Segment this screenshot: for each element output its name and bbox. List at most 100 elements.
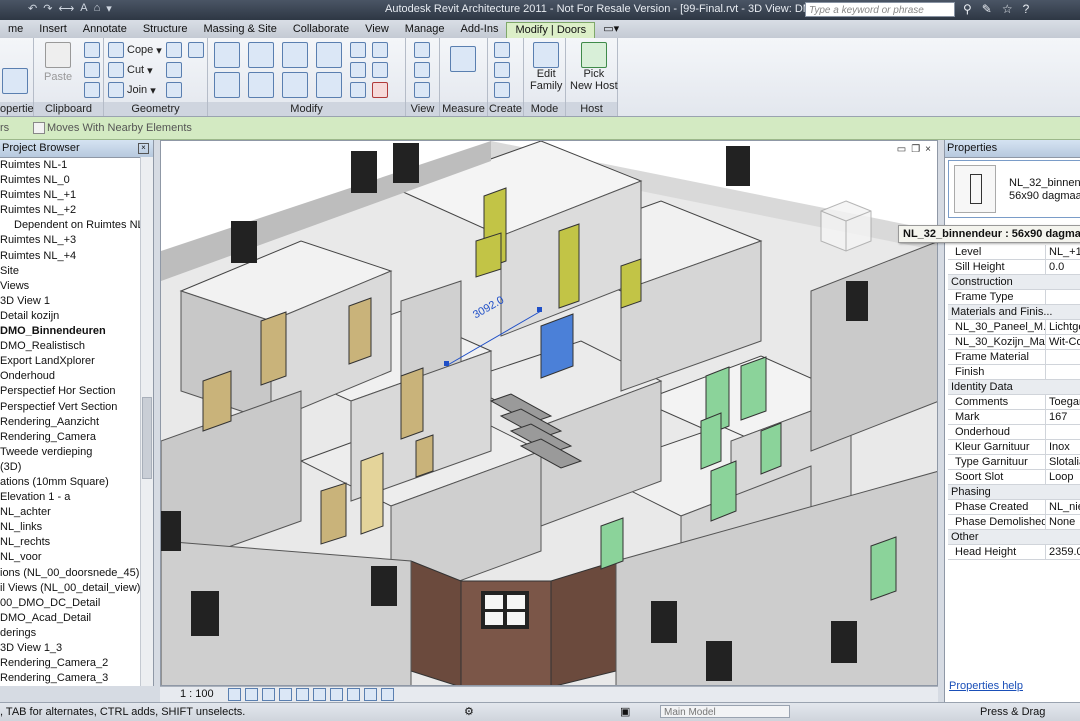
browser-item[interactable]: Tweede verdieping <box>0 445 153 460</box>
browser-scrollbar[interactable] <box>140 157 153 686</box>
browser-item[interactable]: DMO_Acad_Detail <box>0 611 153 626</box>
close-icon[interactable]: × <box>925 144 931 155</box>
demolish-button[interactable] <box>166 82 182 98</box>
close-icon[interactable]: × <box>138 143 149 154</box>
property-row[interactable]: Sill Height0.0 <box>948 260 1080 275</box>
scale-button[interactable] <box>350 82 366 98</box>
3d-model-render[interactable] <box>161 141 938 686</box>
mirror-draw-button[interactable] <box>316 42 342 68</box>
tab-insert[interactable]: Insert <box>31 22 75 37</box>
active-model-select[interactable]: Main Model <box>660 705 790 718</box>
property-value[interactable]: Toegan <box>1046 395 1080 410</box>
cut-button[interactable]: Cut▾ <box>108 62 153 78</box>
property-value[interactable]: NL_nieu <box>1046 500 1080 515</box>
browser-item[interactable]: Ruimtes NL_0 <box>0 173 153 188</box>
paint-button[interactable] <box>188 42 204 58</box>
browser-item[interactable]: derings <box>0 626 153 641</box>
property-value[interactable]: 0.0 <box>1046 260 1080 275</box>
wall-joins-button[interactable] <box>166 62 182 78</box>
property-row[interactable]: Type GarnituurSlotalia <box>948 455 1080 470</box>
browser-item[interactable]: Rendering_Camera_2 <box>0 656 153 671</box>
detail-level-icon[interactable] <box>228 688 241 701</box>
star-icon[interactable]: ☆ <box>1002 2 1013 16</box>
property-value[interactable] <box>1046 350 1080 365</box>
mirror-axis-button[interactable] <box>282 42 308 68</box>
property-group[interactable]: Other <box>948 530 1080 545</box>
measure-button[interactable] <box>450 46 476 72</box>
moves-with-nearby-checkbox[interactable] <box>33 122 45 134</box>
align-button[interactable] <box>214 42 240 68</box>
show-crop-icon[interactable] <box>330 688 343 701</box>
crop-view-icon[interactable] <box>313 688 326 701</box>
browser-item[interactable]: Rendering_Aanzicht <box>0 415 153 430</box>
search-icon[interactable]: ⚲ <box>963 2 972 16</box>
property-value[interactable]: 167 <box>1046 410 1080 425</box>
tab-manage[interactable]: Manage <box>397 22 453 37</box>
property-group[interactable]: Construction <box>948 275 1080 290</box>
tab-collaborate[interactable]: Collaborate <box>285 22 357 37</box>
browser-item[interactable]: 3D View 1 <box>0 294 153 309</box>
property-value[interactable]: None <box>1046 515 1080 530</box>
property-value[interactable]: Inox <box>1046 440 1080 455</box>
lock-view-icon[interactable] <box>347 688 360 701</box>
browser-item[interactable]: il Views (NL_00_detail_view) <box>0 581 153 596</box>
browser-item[interactable]: Site <box>0 264 153 279</box>
worksets-icon[interactable]: ⚙ <box>464 705 474 718</box>
create-assembly-button[interactable] <box>494 82 510 98</box>
split-face-button[interactable] <box>166 42 182 58</box>
property-row[interactable]: NL_30_Paneel_M...Lichtge <box>948 320 1080 335</box>
property-group[interactable]: Materials and Finis... <box>948 305 1080 320</box>
property-row[interactable]: Soort SlotLoop <box>948 470 1080 485</box>
3d-view-icon[interactable]: ⌂ <box>94 2 101 18</box>
search-input[interactable]: Type a keyword or phrase <box>805 2 955 17</box>
browser-item[interactable]: Perspectief Hor Section <box>0 384 153 399</box>
browser-item[interactable]: DMO_Realistisch <box>0 339 153 354</box>
browser-item[interactable]: Rendering_Camera_3 <box>0 671 153 686</box>
browser-item[interactable]: Rendering_Camera <box>0 430 153 445</box>
property-value[interactable] <box>1046 290 1080 305</box>
property-value[interactable]: 2359.0 <box>1046 545 1080 560</box>
cut-clipboard-button[interactable] <box>84 42 100 58</box>
tab-add-ins[interactable]: Add-Ins <box>453 22 507 37</box>
property-value[interactable] <box>1046 425 1080 440</box>
tab-view[interactable]: View <box>357 22 397 37</box>
match-button[interactable] <box>84 82 100 98</box>
property-row[interactable]: Phase DemolishedNone <box>948 515 1080 530</box>
property-row[interactable]: LevelNL_+1 <box>948 245 1080 260</box>
browser-item[interactable]: Ruimtes NL_+1 <box>0 188 153 203</box>
design-options-icon[interactable]: ▣ <box>620 705 630 718</box>
override-button[interactable] <box>414 62 430 78</box>
join-button[interactable]: Join▾ <box>108 82 156 98</box>
property-row[interactable]: Kleur GarnituurInox <box>948 440 1080 455</box>
browser-item[interactable]: 00_DMO_DC_Detail <box>0 596 153 611</box>
viewport-window-controls[interactable]: ▭ ❐ × <box>897 144 931 155</box>
rotate-button[interactable] <box>282 72 308 98</box>
browser-item[interactable]: Views <box>0 279 153 294</box>
property-row[interactable]: Head Height2359.0 <box>948 545 1080 560</box>
browser-item[interactable]: Perspectief Vert Section <box>0 400 153 415</box>
property-row[interactable]: Frame Type <box>948 290 1080 305</box>
rendering-icon[interactable] <box>296 688 309 701</box>
property-row[interactable]: Onderhoud <box>948 425 1080 440</box>
property-value[interactable]: Lichtge <box>1046 320 1080 335</box>
pick-new-host-button[interactable]: Pick New Host <box>570 42 618 92</box>
copy-button[interactable] <box>248 72 274 98</box>
shadows-icon[interactable] <box>279 688 292 701</box>
browser-item[interactable]: Ruimtes NL-1 <box>0 158 153 173</box>
split-button[interactable] <box>350 42 366 58</box>
view-scale[interactable]: 1 : 100 <box>180 688 214 700</box>
browser-item[interactable]: Dependent on Ruimtes NL_- <box>0 218 153 233</box>
offset-button[interactable] <box>248 42 274 68</box>
property-value[interactable]: Slotalia <box>1046 455 1080 470</box>
unpin-button[interactable] <box>372 62 388 78</box>
browser-item[interactable]: (3D) <box>0 460 153 475</box>
press-drag-toggle[interactable]: Press & Drag <box>980 706 1045 718</box>
browser-item[interactable]: Ruimtes NL_+3 <box>0 233 153 248</box>
property-group[interactable]: Identity Data <box>948 380 1080 395</box>
undo-icon[interactable]: ↶ <box>28 2 37 18</box>
property-value[interactable] <box>1046 365 1080 380</box>
browser-item[interactable]: NL_rechts <box>0 535 153 550</box>
property-value[interactable]: Wit-Coa <box>1046 335 1080 350</box>
browser-item[interactable]: NL_links <box>0 520 153 535</box>
copy-clipboard-button[interactable] <box>84 62 100 78</box>
